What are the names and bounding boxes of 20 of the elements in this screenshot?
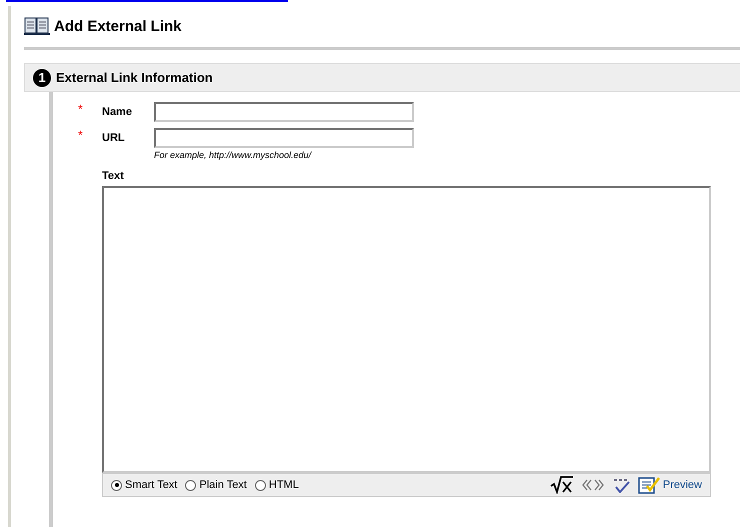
radio-option[interactable]: Plain Text [185,479,247,491]
radio-option[interactable]: HTML [254,479,299,491]
square-root-icon[interactable] [550,476,574,494]
preview-icon [638,476,660,494]
spellcheck-icon[interactable] [612,477,630,493]
field-label: Name [102,105,133,118]
field-label: URL [102,131,126,144]
required-asterisk: * [78,102,84,116]
required-asterisk: * [78,128,84,142]
preview-button[interactable]: Preview [638,476,702,494]
input-field[interactable] [154,102,414,122]
radio-option[interactable]: Smart Text [111,479,178,491]
book-icon [24,16,50,36]
field-label: Text [102,170,125,182]
step-number: 1 [33,68,51,86]
link-arrows-icon[interactable] [582,479,604,491]
page-title: Add External Link [54,18,182,34]
hint-text: For example, http://www.myschool.edu/ [154,150,313,160]
input-field[interactable] [154,128,414,148]
section-title: External Link Information [56,70,213,85]
